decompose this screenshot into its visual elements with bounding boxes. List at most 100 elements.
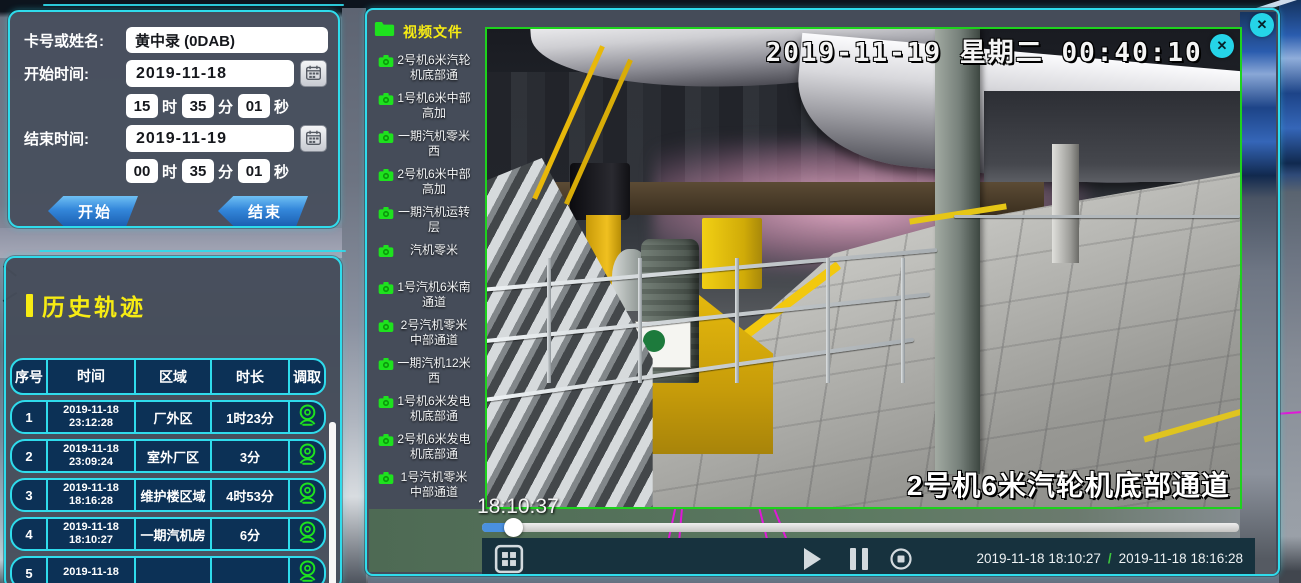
panel-close-button[interactable]: ✕ xyxy=(1250,13,1274,37)
row-index: 4 xyxy=(12,519,48,549)
video-file-label: 2号机6米发电机底部通 xyxy=(396,432,472,462)
col-area: 区域 xyxy=(136,360,212,393)
scene-far-column xyxy=(1052,144,1079,264)
row-time: 2019-11-18 18:16:28 xyxy=(48,480,136,510)
video-file-item[interactable]: 一期汽机12米西 xyxy=(374,356,484,386)
row-area: 一期汽机房 xyxy=(136,519,212,549)
hour-unit: 时 xyxy=(162,161,177,182)
seek-bar-handle[interactable] xyxy=(504,518,523,537)
row-date-line: 2019-11-18 xyxy=(63,404,119,417)
video-file-label: 1号汽机6米南通道 xyxy=(396,280,472,310)
end-calendar-button[interactable] xyxy=(300,125,327,152)
pause-button[interactable] xyxy=(850,548,868,570)
start-calendar-button[interactable] xyxy=(300,60,327,87)
seek-bar[interactable] xyxy=(482,523,1239,532)
start-time-label: 开始时间: xyxy=(24,63,126,84)
scene-rail-post xyxy=(547,258,551,382)
table-row[interactable]: 5 2019-11-18 xyxy=(10,556,326,583)
col-fetch: 调取 xyxy=(290,360,324,393)
history-scrollbar[interactable] xyxy=(329,422,336,583)
video-file-item[interactable]: 2号汽机零米中部通道 xyxy=(374,318,484,348)
row-date-line: 2019-11-18 xyxy=(63,482,119,495)
end-time-label: 结束时间: xyxy=(24,128,126,149)
webcam-icon[interactable] xyxy=(294,480,321,511)
end-hour-input[interactable] xyxy=(126,159,158,183)
row-time-line: 18:16:28 xyxy=(69,495,113,508)
table-row[interactable]: 3 2019-11-18 18:16:28 维护楼区域 4时53分 xyxy=(10,478,326,512)
video-file-label: 一期汽机12米西 xyxy=(396,356,472,386)
video-file-item[interactable]: 1号汽机零米中部通道 xyxy=(374,470,484,500)
stop-button[interactable] xyxy=(889,547,913,574)
video-file-item[interactable]: 2号机6米中部高加 xyxy=(374,167,484,197)
panel-right-bg xyxy=(1240,12,1276,576)
camera-icon xyxy=(374,280,396,300)
video-file-item[interactable]: 一期汽机运转层 xyxy=(374,205,484,235)
video-osd-datetime: 2019-11-19 星期二 00:40:10 xyxy=(766,32,1203,69)
table-row[interactable]: 1 2019-11-18 23:12:28 厂外区 1时23分 xyxy=(10,400,326,434)
scene-yellow-cabinet xyxy=(702,218,762,290)
folder-icon xyxy=(374,21,395,42)
layout-grid-button[interactable] xyxy=(494,544,524,576)
webcam-icon[interactable] xyxy=(294,402,321,433)
video-file-item[interactable]: 一期汽机零米西 xyxy=(374,129,484,159)
end-date-input[interactable] xyxy=(126,125,294,152)
webcam-icon[interactable] xyxy=(294,441,321,472)
playback-range: 2019-11-18 18:10:27/2019-11-18 18:16:28 xyxy=(977,551,1243,566)
row-area: 厂外区 xyxy=(136,402,212,432)
name-row: 卡号或姓名: xyxy=(24,27,328,53)
history-panel: 历史轨迹 序号 时间 区域 时长 调取 1 2019-11-18 23:12:2… xyxy=(4,256,342,583)
video-file-item[interactable]: 2号机6米发电机底部通 xyxy=(374,432,484,462)
video-file-item[interactable]: 1号汽机6米南通道 xyxy=(374,280,484,310)
camera-icon xyxy=(374,394,396,414)
scene-dark-band xyxy=(984,91,1240,182)
name-input[interactable] xyxy=(126,27,328,53)
table-row[interactable]: 2 2019-11-18 23:09:24 室外厂区 3分 xyxy=(10,439,326,473)
minute-unit: 分 xyxy=(218,161,233,182)
pause-bar xyxy=(850,548,856,570)
scene-rail-post xyxy=(735,258,739,382)
name-label: 卡号或姓名: xyxy=(24,30,126,51)
end-date-row: 结束时间: xyxy=(24,125,328,152)
calendar-icon xyxy=(305,129,322,149)
camera-icon xyxy=(374,318,396,338)
end-second-input[interactable] xyxy=(238,159,270,183)
pause-bar xyxy=(862,548,868,570)
row-index: 5 xyxy=(12,558,48,583)
title-accent-bar xyxy=(26,294,33,317)
row-area xyxy=(136,558,212,583)
video-files-root[interactable]: 视频文件 xyxy=(374,21,484,42)
camera-icon xyxy=(374,356,396,376)
video-close-button[interactable]: ✕ xyxy=(1210,34,1234,58)
webcam-icon[interactable] xyxy=(294,558,321,583)
start-second-input[interactable] xyxy=(238,94,270,118)
start-button[interactable]: 开始 xyxy=(48,196,138,226)
start-date-input[interactable] xyxy=(126,60,294,87)
end-button[interactable]: 结束 xyxy=(218,196,308,226)
video-file-item[interactable]: 1号机6米中部高加 xyxy=(374,91,484,121)
camera-icon xyxy=(374,129,396,149)
row-duration: 4时53分 xyxy=(212,480,290,510)
end-minute-input[interactable] xyxy=(182,159,214,183)
play-button[interactable] xyxy=(804,548,821,570)
row-duration: 6分 xyxy=(212,519,290,549)
video-file-item[interactable]: 1号机6米发电机底部通 xyxy=(374,394,484,424)
history-table: 序号 时间 区域 时长 调取 1 2019-11-18 23:12:28 厂外区… xyxy=(10,358,326,583)
history-title-row: 历史轨迹 xyxy=(26,288,340,322)
video-file-item[interactable]: 汽机零米 xyxy=(374,243,484,272)
video-file-label: 2号汽机零米中部通道 xyxy=(396,318,472,348)
video-files-title: 视频文件 xyxy=(403,22,463,42)
row-date-line: 2019-11-18 xyxy=(63,443,119,456)
video-file-item[interactable]: 2号机6米汽轮机底部通 xyxy=(374,53,484,83)
start-minute-input[interactable] xyxy=(182,94,214,118)
video-file-label: 汽机零米 xyxy=(396,243,472,258)
row-time-line: 18:10:27 xyxy=(69,534,113,547)
camera-icon xyxy=(374,470,396,490)
video-file-label: 1号汽机零米中部通道 xyxy=(396,470,472,500)
row-fetch-cell xyxy=(290,402,324,432)
camera-icon xyxy=(374,432,396,452)
start-hour-input[interactable] xyxy=(126,94,158,118)
webcam-icon[interactable] xyxy=(294,519,321,550)
row-area: 维护楼区域 xyxy=(136,480,212,510)
table-row[interactable]: 4 2019-11-18 18:10:27 一期汽机房 6分 xyxy=(10,517,326,551)
video-player-frame: 2019-11-19 星期二 00:40:10 2号机6米汽轮机底部通道 ✕ xyxy=(485,27,1242,509)
